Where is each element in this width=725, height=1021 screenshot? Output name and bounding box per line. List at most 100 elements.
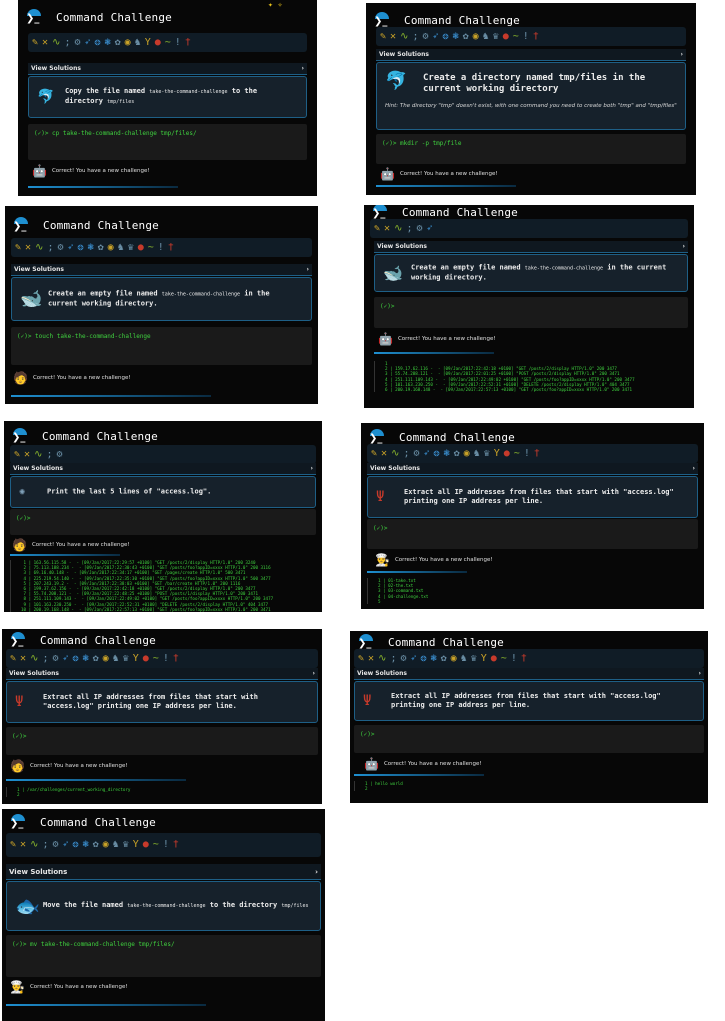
terminal[interactable]: (✓)>	[354, 725, 704, 753]
achievement-icon[interactable]: ✕	[384, 223, 390, 234]
achievement-icon[interactable]: ♞	[461, 653, 467, 664]
achievement-icons-bar[interactable]: ✎ ✕ ∿; ⚙ ➶ ❂ ❃ ✿ ◉ ♞ Y ● ~! †	[28, 33, 307, 52]
achievement-icons-bar[interactable]: ✎ ✕ ∿; ⚙ ➶ ❂ ❃ ✿ ◉ ♞ ♛ Y ● ~! †	[367, 444, 698, 463]
achievement-icon[interactable]: ~	[165, 37, 171, 48]
terminal-input[interactable]: (✓)>	[16, 515, 30, 522]
terminal[interactable]: (✓)> touch take-the-command-challenge	[11, 327, 312, 365]
achievement-icon[interactable]: ✿	[93, 840, 99, 850]
achievement-icon[interactable]: ∿	[378, 653, 386, 664]
achievement-icon[interactable]: ~	[501, 653, 507, 664]
achievement-icon[interactable]: ;	[42, 653, 48, 664]
view-solutions-button[interactable]: View Solutions ›	[11, 264, 312, 276]
achievement-icon[interactable]: ✿	[98, 242, 104, 253]
achievement-icon[interactable]: ;	[42, 840, 48, 850]
achievement-icon[interactable]: ~	[148, 242, 154, 253]
achievement-icon[interactable]: ⚙	[74, 37, 80, 48]
terminal-input[interactable]: (✓)> mv take-the-command-challenge tmp/f…	[12, 941, 175, 948]
achievement-icon[interactable]: Y	[145, 37, 151, 48]
achievement-icon[interactable]: ✎	[371, 448, 377, 459]
achievement-icon[interactable]: ♞	[135, 37, 141, 48]
achievement-icon[interactable]: ♞	[118, 242, 124, 253]
view-solutions-button[interactable]: View Solutions ›	[354, 668, 704, 680]
achievement-icon[interactable]: ∿	[391, 448, 399, 459]
achievement-icon[interactable]: ✎	[374, 223, 380, 234]
achievement-icon[interactable]: ♞	[113, 653, 119, 664]
achievement-icon[interactable]: †	[168, 242, 174, 253]
achievement-icon[interactable]: ♞	[113, 840, 119, 850]
achievement-icon[interactable]: ♞	[483, 31, 489, 42]
achievement-icon[interactable]: ;	[412, 31, 418, 42]
achievement-icon[interactable]: !	[158, 242, 164, 253]
achievement-icon[interactable]: ✎	[10, 653, 16, 664]
achievement-icon[interactable]: ●	[503, 31, 509, 42]
achievement-icon[interactable]: ✎	[380, 31, 386, 42]
achievement-icon[interactable]: ⚙	[422, 31, 428, 42]
achievement-icon[interactable]: ✎	[32, 37, 38, 48]
terminal-input[interactable]: (✓)>	[360, 731, 374, 738]
achievement-icon[interactable]: ∿	[34, 449, 42, 460]
terminal[interactable]: (✓)>	[6, 727, 318, 755]
achievement-icon[interactable]: ;	[403, 448, 409, 459]
terminal[interactable]: (✓)>	[374, 297, 688, 328]
achievement-icon[interactable]: ➶	[424, 448, 430, 459]
achievement-icon[interactable]: ✕	[381, 448, 387, 459]
achievement-icon[interactable]: †	[173, 653, 179, 664]
achievement-icon[interactable]: ➶	[433, 31, 439, 42]
achievement-icon[interactable]: ➶	[68, 242, 74, 253]
achievement-icon[interactable]: Y	[133, 840, 139, 850]
achievement-icon[interactable]: †	[521, 653, 527, 664]
achievement-icon[interactable]: ♛	[484, 448, 490, 459]
achievement-icons-bar[interactable]: ✎ ✕ ∿; ⚙	[10, 445, 316, 464]
achievement-icon[interactable]: ✿	[463, 31, 469, 42]
achievement-icon[interactable]: ✿	[454, 448, 460, 459]
terminal[interactable]: (✓)>	[367, 519, 698, 549]
achievement-icon[interactable]: ❃	[83, 840, 89, 850]
achievement-icon[interactable]: ✿	[115, 37, 121, 48]
view-solutions-button[interactable]: View Solutions ›	[28, 63, 307, 75]
achievement-icons-bar[interactable]: ✎ ✕ ∿; ⚙ ➶	[370, 219, 688, 238]
achievement-icon[interactable]: †	[185, 37, 191, 48]
achievement-icon[interactable]: ⚙	[52, 653, 58, 664]
achievement-icon[interactable]: ➶	[63, 653, 69, 664]
achievement-icon[interactable]: ~	[514, 448, 520, 459]
achievement-icon[interactable]: ●	[143, 653, 149, 664]
achievement-icon[interactable]: †	[533, 31, 539, 42]
achievement-icon[interactable]: ➶	[411, 653, 417, 664]
achievement-icon[interactable]: ●	[155, 37, 161, 48]
achievement-icon[interactable]: !	[511, 653, 517, 664]
terminal-input[interactable]: (✓)> cp take-the-command-challenge tmp/f…	[34, 130, 197, 137]
achievement-icon[interactable]: ✕	[25, 242, 31, 253]
achievement-icon[interactable]: ◉	[464, 448, 470, 459]
achievement-icon[interactable]: ⚙	[400, 653, 406, 664]
achievement-icon[interactable]: ◉	[473, 31, 479, 42]
achievement-icon[interactable]: ❃	[431, 653, 437, 664]
view-solutions-button[interactable]: View Solutions ›	[374, 241, 688, 253]
achievement-icon[interactable]: ;	[46, 449, 52, 460]
terminal-input[interactable]: (✓)>	[380, 303, 394, 310]
achievement-icon[interactable]: ~	[153, 840, 159, 850]
achievement-icon[interactable]: ✎	[15, 242, 21, 253]
achievement-icon[interactable]: ✿	[93, 653, 99, 664]
achievement-icon[interactable]: ◉	[108, 242, 114, 253]
achievement-icon[interactable]: ❂	[434, 448, 440, 459]
achievement-icon[interactable]: !	[163, 840, 169, 850]
terminal-input[interactable]: (✓)>	[12, 733, 26, 740]
achievement-icon[interactable]: ➶	[85, 37, 91, 48]
view-solutions-button[interactable]: View Solutions ›	[367, 463, 698, 475]
achievement-icon[interactable]: Y	[133, 653, 139, 664]
achievement-icon[interactable]: Y	[481, 653, 487, 664]
achievement-icon[interactable]: ;	[64, 37, 70, 48]
achievement-icon[interactable]: ⚙	[57, 242, 63, 253]
achievement-icon[interactable]: ❃	[105, 37, 111, 48]
achievement-icon[interactable]: ◉	[125, 37, 131, 48]
achievement-icon[interactable]: Y	[494, 448, 500, 459]
achievement-icon[interactable]: ❂	[443, 31, 449, 42]
achievement-icon[interactable]: ✕	[42, 37, 48, 48]
achievement-icons-bar[interactable]: ✎ ✕ ∿; ⚙ ➶ ❂ ❃ ✿ ◉ ♞ ♛ Y ● ~! †	[354, 649, 704, 668]
achievement-icon[interactable]: ❂	[78, 242, 84, 253]
achievement-icon[interactable]: ⚙	[52, 840, 58, 850]
achievement-icon[interactable]: !	[175, 37, 181, 48]
achievement-icon[interactable]: ❃	[83, 653, 89, 664]
achievement-icon[interactable]: !	[523, 31, 529, 42]
achievement-icon[interactable]: ●	[138, 242, 144, 253]
